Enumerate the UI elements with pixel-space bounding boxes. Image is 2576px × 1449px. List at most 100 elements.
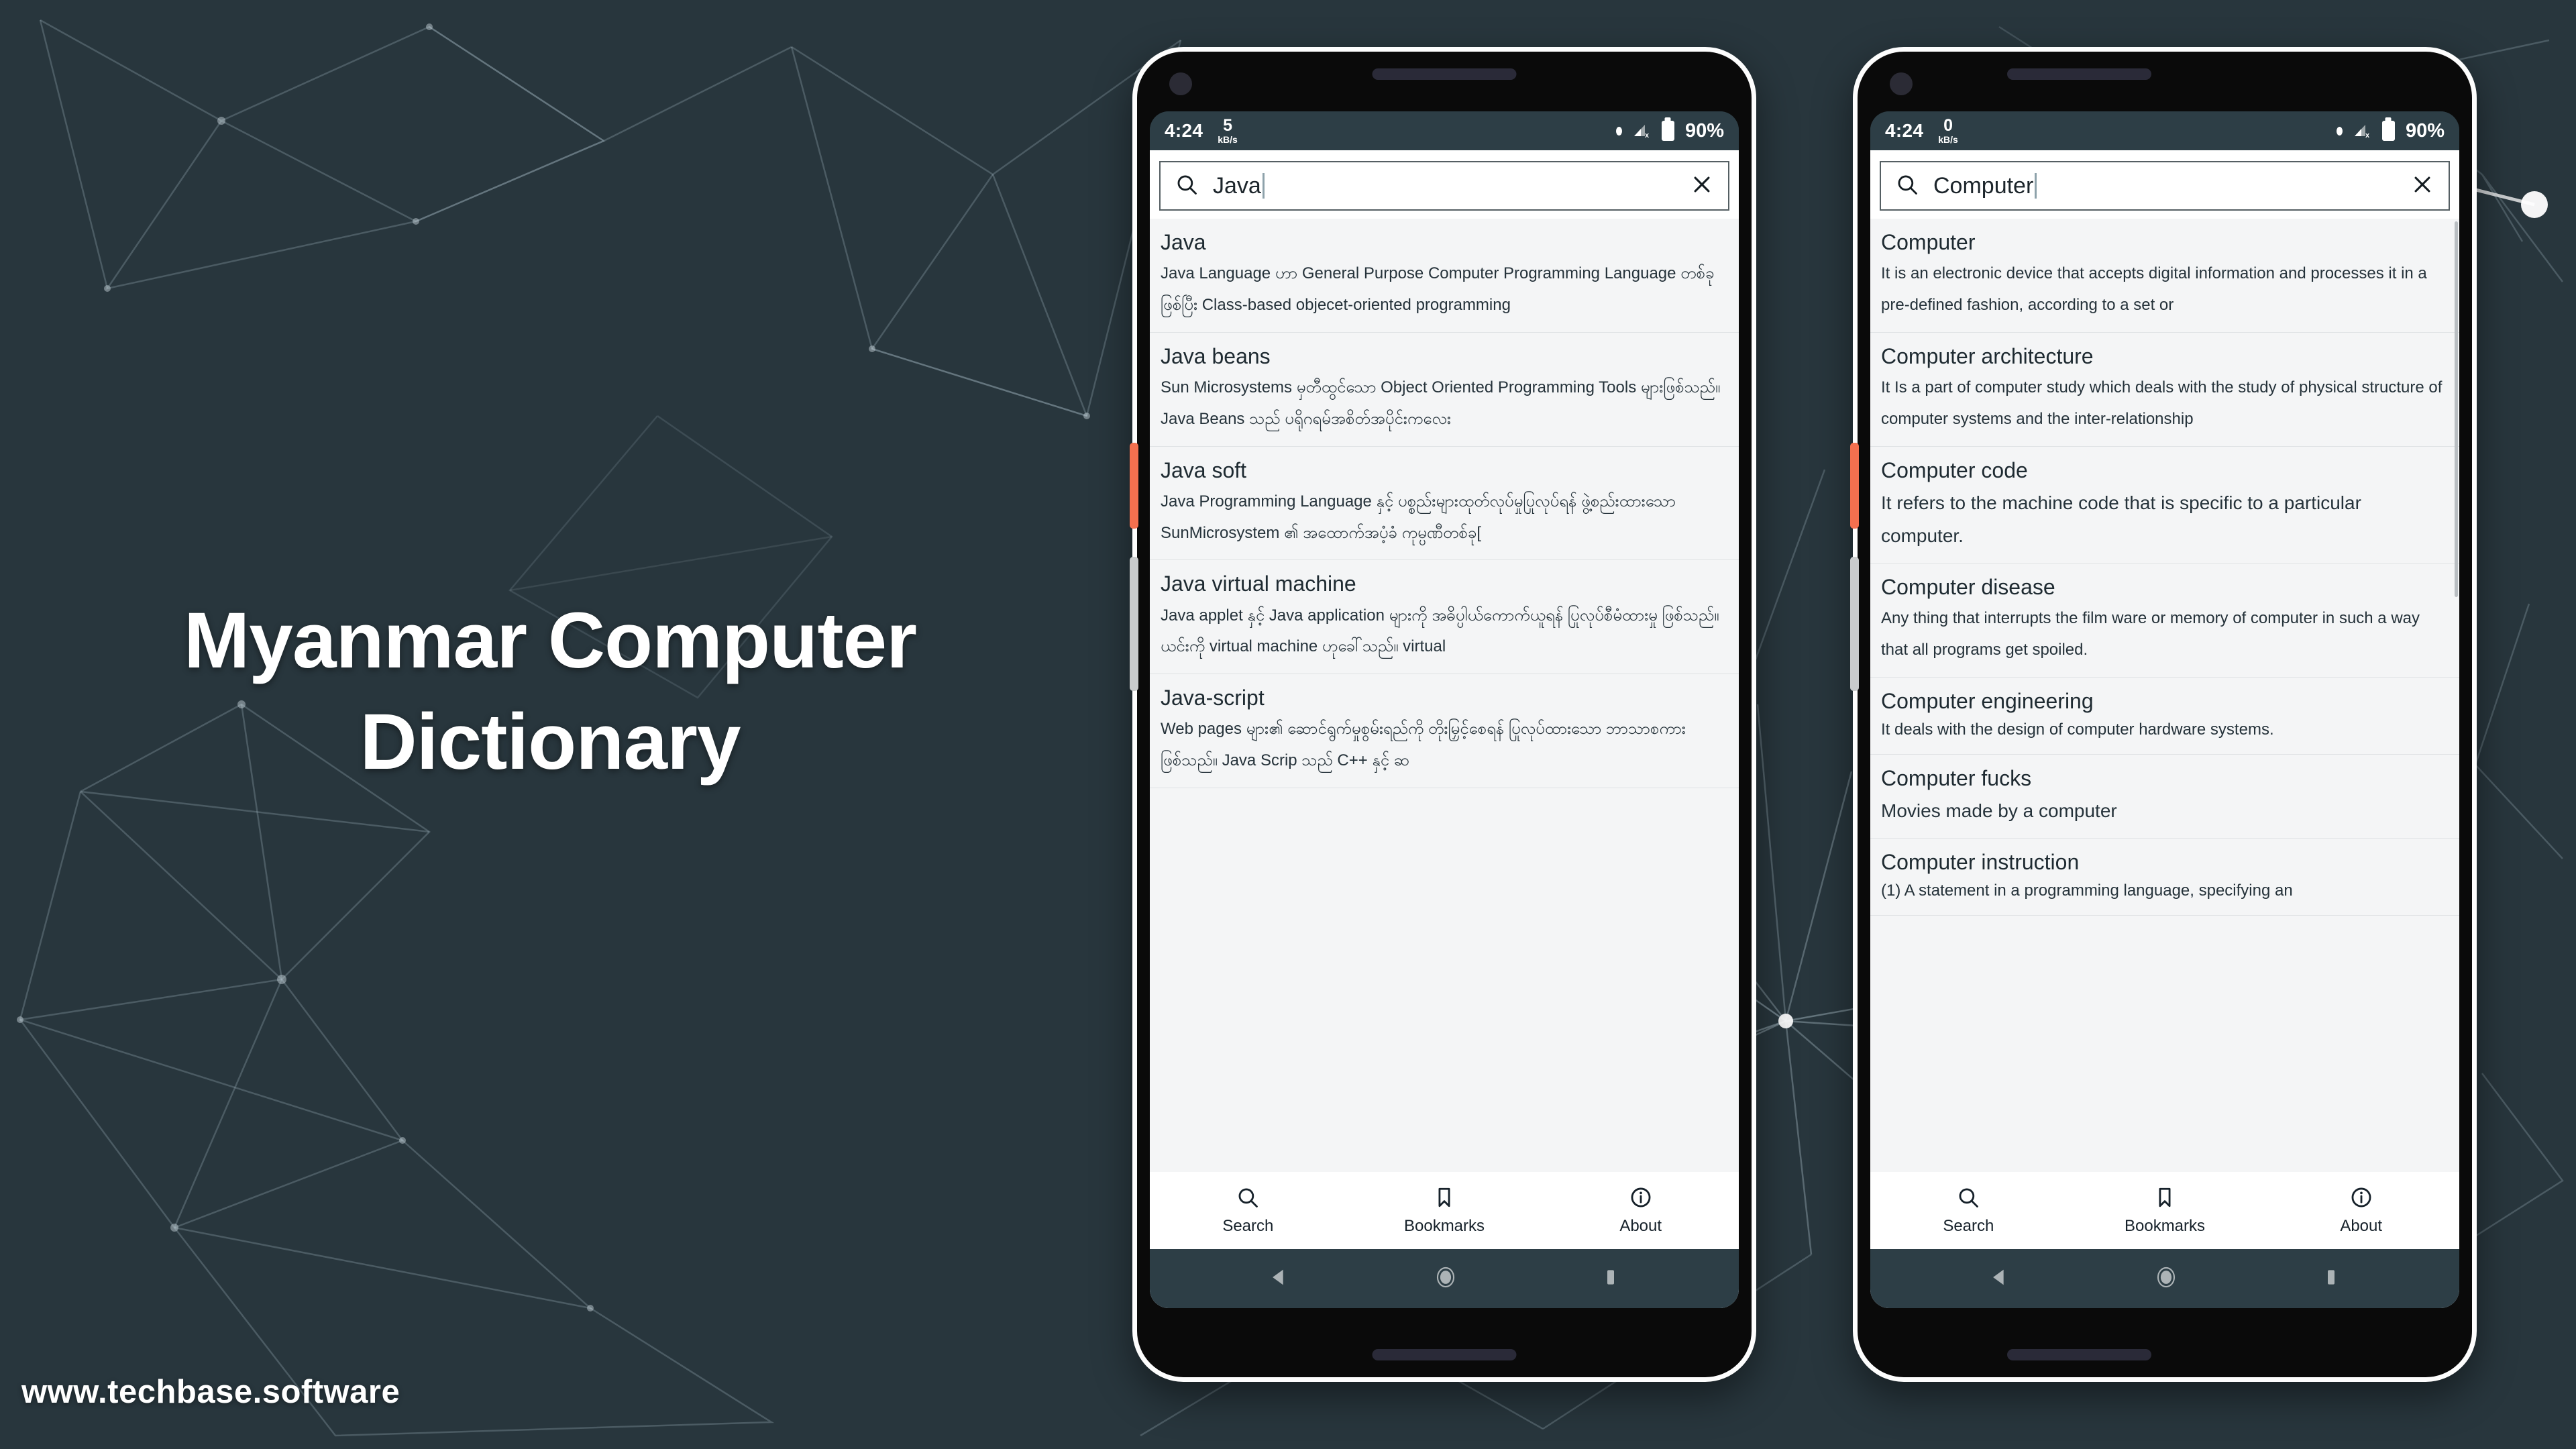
app-content: Computer Computer It is an electronic de… [1870, 150, 2459, 1308]
list-item[interactable]: Java soft Java Programming Language နှင့… [1150, 447, 1739, 561]
result-term: Java [1161, 230, 1206, 254]
result-definition: Java applet နှင့် Java application များက… [1161, 606, 1719, 656]
tab-bookmarks[interactable]: Bookmarks [2067, 1186, 2263, 1236]
status-time: 4:24 [1885, 120, 1924, 141]
bottom-navigation: Search Bookmarks About [1870, 1172, 2459, 1249]
list-item[interactable]: Computer engineering It deals with the d… [1870, 678, 2459, 755]
tab-search[interactable]: Search [1870, 1186, 2067, 1236]
phone-screen-right: 4:24 0 kB/s x 90% Computer Computer It i… [1870, 111, 2459, 1308]
result-definition: Java Language ဟာ General Purpose Compute… [1161, 264, 1715, 314]
results-list[interactable]: Java Java Language ဟာ General Purpose Co… [1150, 219, 1739, 1172]
search-value-wrapper: Java [1213, 172, 1676, 199]
dot-indicator-icon [1615, 126, 1622, 136]
power-button[interactable] [1130, 443, 1138, 529]
home-circle-icon[interactable] [2154, 1265, 2178, 1293]
phone-mockup-right: 4:24 0 kB/s x 90% Computer Computer It i… [1850, 47, 2477, 1382]
result-term: Java soft [1161, 458, 1247, 482]
data-rate-value: 0 [1943, 116, 1953, 135]
close-icon[interactable] [2411, 173, 2434, 199]
dot-indicator-icon [2336, 126, 2343, 136]
result-definition: Any thing that interrupts the film ware … [1881, 608, 2420, 659]
result-term: Computer code [1881, 458, 2028, 482]
result-definition: It deals with the design of computer har… [1881, 720, 2274, 739]
list-item[interactable]: Java virtual machine Java applet နှင့် J… [1150, 560, 1739, 675]
close-icon[interactable] [1690, 173, 1713, 199]
search-value: Computer [1933, 172, 2034, 199]
text-caret [2035, 172, 2037, 199]
phone-top-bezel [1853, 47, 2477, 107]
tab-about[interactable]: About [2263, 1186, 2459, 1236]
result-term: Java-script [1161, 686, 1265, 710]
tab-bookmarks[interactable]: Bookmarks [1346, 1186, 1543, 1236]
list-item[interactable]: Java-script Web pages များ၏ ဆောင်ရွက်မှု… [1150, 674, 1739, 788]
result-term: Computer instruction [1881, 849, 2080, 874]
tab-label: Search [1222, 1216, 1274, 1235]
power-button[interactable] [1850, 443, 1859, 529]
status-right-group: x 90% [1615, 119, 1724, 142]
result-definition: It Is a part of computer study which dea… [1881, 378, 2443, 428]
result-term: Java virtual machine [1161, 572, 1356, 596]
android-system-navigation [1150, 1249, 1739, 1308]
bottom-navigation: Search Bookmarks About [1150, 1172, 1739, 1249]
list-item[interactable]: Java Java Language ဟာ General Purpose Co… [1150, 219, 1739, 333]
back-triangle-icon[interactable] [1988, 1266, 2011, 1292]
result-definition: (1) A statement in a programming languag… [1881, 881, 2293, 900]
list-scrollbar[interactable] [2455, 221, 2458, 597]
volume-button[interactable] [1850, 557, 1859, 691]
tab-label: Bookmarks [1403, 1216, 1485, 1235]
text-caret [1262, 172, 1265, 199]
list-item[interactable]: Computer It is an electronic device that… [1870, 219, 2459, 333]
phone-mockup-left: 4:24 5 kB/s x 90% Java Java Java Languag… [1130, 47, 1756, 1382]
battery-icon [1661, 121, 1674, 141]
data-rate-value: 5 [1223, 116, 1232, 135]
tab-label: Search [1943, 1216, 1994, 1235]
recents-square-icon[interactable] [1601, 1266, 1621, 1292]
tab-label: About [1619, 1216, 1662, 1235]
list-item[interactable]: Computer instruction (1) A statement in … [1870, 839, 2459, 916]
list-item[interactable]: Computer architecture It Is a part of co… [1870, 333, 2459, 447]
back-triangle-icon[interactable] [1268, 1266, 1291, 1292]
tab-about[interactable]: About [1542, 1186, 1739, 1236]
bottom-speaker [2007, 1349, 2151, 1360]
search-input[interactable]: Computer [1880, 161, 2450, 211]
list-item[interactable]: Java beans Sun Microsystems မှတီထွင်သော … [1150, 333, 1739, 447]
app-content: Java Java Java Language ဟာ General Purpo… [1150, 150, 1739, 1308]
tab-search[interactable]: Search [1150, 1186, 1346, 1236]
result-term: Computer [1881, 230, 1976, 254]
earpiece-speaker [1372, 68, 1517, 80]
svg-text:x: x [2365, 131, 2370, 139]
info-icon [2350, 1186, 2373, 1212]
bookmark-icon [2153, 1186, 2176, 1212]
search-icon [1175, 173, 1198, 199]
volume-button[interactable] [1130, 557, 1138, 691]
home-circle-icon[interactable] [1434, 1265, 1458, 1293]
result-term: Computer engineering [1881, 688, 2094, 713]
tab-label: Bookmarks [2124, 1216, 2206, 1235]
data-rate-indicator: 5 kB/s [1218, 116, 1238, 145]
list-item[interactable]: Computer disease Any thing that interrup… [1870, 564, 2459, 678]
info-icon [1629, 1186, 1652, 1212]
battery-icon [2381, 121, 2395, 141]
results-list[interactable]: Computer It is an electronic device that… [1870, 219, 2459, 1172]
search-value-wrapper: Computer [1933, 172, 2396, 199]
list-item[interactable]: Computer code It refers to the machine c… [1870, 447, 2459, 564]
list-item[interactable]: Computer fucks Movies made by a computer [1870, 755, 2459, 839]
search-input[interactable]: Java [1159, 161, 1729, 211]
signal-no-service-icon: x [1633, 123, 1651, 139]
phone-top-bezel [1132, 47, 1756, 107]
battery-percent: 90% [1684, 119, 1724, 142]
status-bar: 4:24 5 kB/s x 90% [1150, 111, 1739, 150]
battery-percent: 90% [2405, 119, 2445, 142]
search-area: Java [1150, 150, 1739, 219]
data-rate-indicator: 0 kB/s [1938, 116, 1958, 145]
earpiece-speaker [2007, 68, 2151, 80]
search-icon [1236, 1186, 1259, 1212]
recents-square-icon[interactable] [2321, 1266, 2341, 1292]
result-definition: Web pages များ၏ ဆောင်ရွက်မှုစွမ်းရည်ကို … [1161, 720, 1686, 770]
result-definition: It refers to the machine code that is sp… [1881, 492, 2361, 546]
data-rate-unit: kB/s [1938, 134, 1958, 145]
result-definition: It is an electronic device that accepts … [1881, 264, 2427, 314]
status-time: 4:24 [1165, 120, 1203, 141]
front-camera-icon [1890, 72, 1913, 95]
search-area: Computer [1870, 150, 2459, 219]
